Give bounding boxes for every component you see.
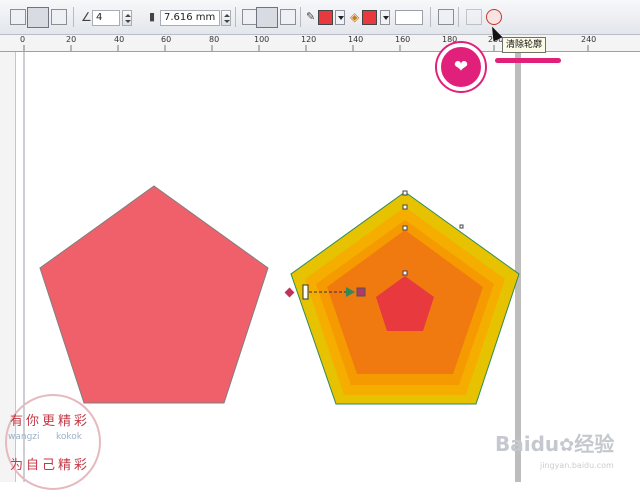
outline-color-dropdown[interactable] — [335, 10, 345, 25]
contour-mode-icon[interactable] — [51, 9, 67, 25]
fill-color-swatch[interactable] — [362, 10, 377, 25]
accelerate-icon[interactable] — [438, 9, 454, 25]
clear-contour-icon[interactable] — [486, 9, 502, 25]
wireframe-view-icon[interactable] — [10, 9, 26, 25]
outline-width-icon: ∠ — [81, 10, 92, 24]
paw-icon: ✿ — [559, 435, 575, 456]
highlight-underline — [495, 58, 561, 63]
fill-color-dropdown[interactable] — [380, 10, 390, 25]
watermark-seal: 有 你 更 精 彩 wangzi kokok 为 自 己 精 彩 — [2, 390, 102, 490]
property-bar: ∠ 4 ▮ 7.616 mm ✎ ◈ — [0, 0, 640, 35]
baidu-watermark: Baidu✿经验 — [495, 432, 615, 456]
left-pentagon[interactable] — [39, 185, 269, 404]
baidu-url: jingyan.baidu.com — [540, 461, 614, 470]
heart-badge-icon: ❤ — [437, 43, 485, 91]
outline-width-field[interactable]: 4 — [92, 10, 120, 26]
fill-bucket-icon: ◈ — [350, 10, 360, 24]
outline-width-stepper[interactable] — [122, 10, 132, 26]
clear-contour-tooltip: 清除轮廓 — [502, 37, 547, 53]
copy-contour-icon[interactable] — [466, 9, 482, 25]
interactive-contour-icon[interactable] — [27, 7, 49, 28]
size-stepper[interactable] — [221, 10, 231, 26]
outline-pen-icon: ✎ — [306, 10, 316, 23]
second-fill-swatch[interactable] — [395, 10, 423, 25]
contour-outside-icon[interactable] — [280, 9, 296, 25]
size-icon: ▮ — [149, 10, 156, 23]
outline-color-swatch[interactable] — [318, 10, 333, 25]
contour-inside-icon[interactable] — [256, 7, 278, 28]
size-field[interactable]: 7.616 mm — [160, 10, 220, 26]
